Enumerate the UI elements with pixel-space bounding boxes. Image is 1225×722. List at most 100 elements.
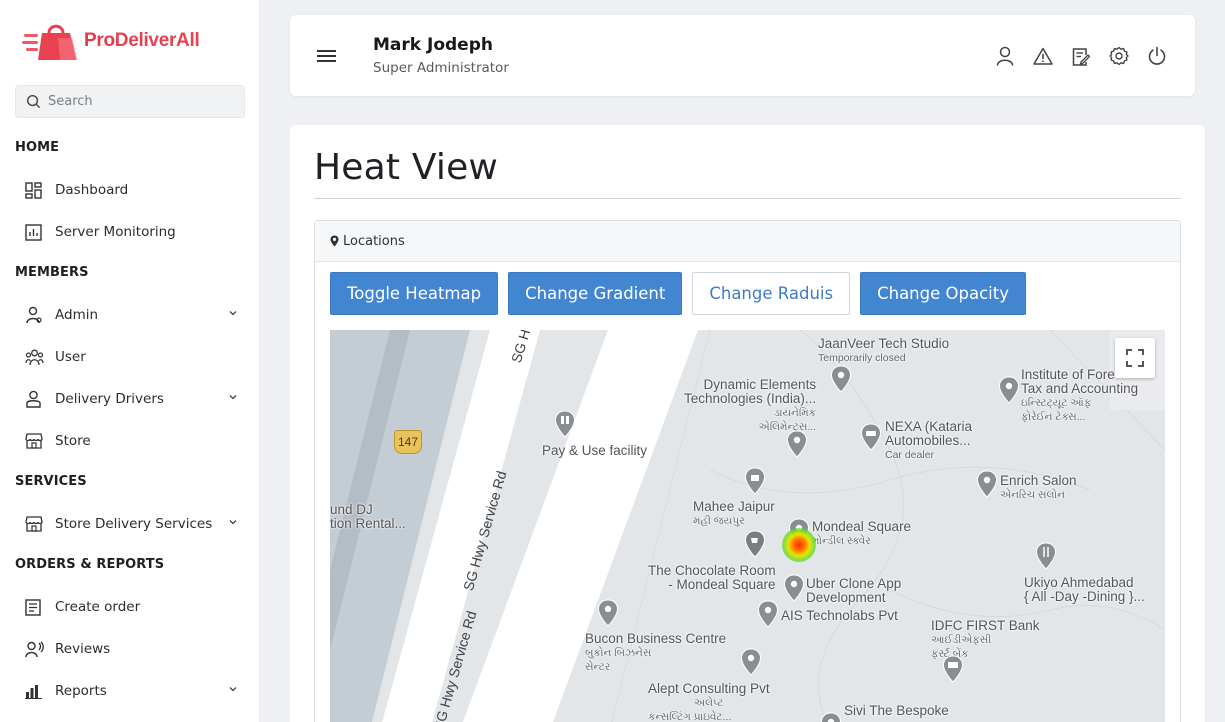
map-place-label[interactable]: NEXA (Kataria Automobiles... Car dealer	[885, 420, 972, 462]
place-subtitle: Car dealer	[885, 449, 935, 461]
sidebar: ProDeliverAll HOME Dashboard Server Moni…	[0, 0, 260, 722]
shopping-pin-icon[interactable]	[744, 467, 766, 495]
sidebar-item-label: Delivery Drivers	[55, 391, 164, 407]
map-place-label[interactable]: Ukiyo Ahmedabad{ All -Day -Dining }...	[1024, 576, 1145, 604]
sidebar-item-label: User	[55, 349, 86, 365]
map-place-label[interactable]: Bucon Business Centre બુકોન બિઝનેસ સેન્ટર	[585, 632, 726, 674]
place-name: NEXA (Kataria	[885, 419, 973, 434]
change-radius-button[interactable]: Change Raduis	[692, 272, 851, 315]
sidebar-item-admin[interactable]: Admin	[15, 300, 245, 330]
map-place-label[interactable]: Dynamic Elements Technologies (India)... ડ…	[684, 378, 816, 434]
admin-user-icon	[15, 300, 55, 330]
shopping-bag-logo-icon	[22, 24, 77, 60]
header-actions	[995, 45, 1167, 67]
map-pin-icon[interactable]	[597, 599, 619, 627]
map-place-label[interactable]: und DJ tion Rental...	[330, 503, 406, 531]
driver-icon	[15, 384, 55, 414]
place-name: Mondeal Square	[812, 519, 912, 534]
user-name: Mark Jodeph	[373, 35, 493, 55]
nav-section-orders-reports: ORDERS & REPORTS	[15, 557, 165, 572]
brand-name-suffix: DeliverAll	[114, 30, 200, 51]
heatmap-hotspot	[782, 528, 816, 562]
sidebar-item-delivery-drivers[interactable]: Delivery Drivers	[15, 384, 245, 414]
brand-logo[interactable]: ProDeliverAll	[22, 20, 200, 62]
heat-map[interactable]: 147 SG Hwy Servi SG Hwy Service Rd SG Hw…	[330, 330, 1165, 722]
map-place-label[interactable]: Alept Consulting Pvt અલેપ્ટ કન્સલ્ટિંગ પ્ર…	[648, 682, 770, 722]
sidebar-item-label: Server Monitoring	[55, 224, 176, 240]
place-name-line2: Automobiles...	[885, 433, 971, 448]
fullscreen-icon	[1126, 349, 1144, 367]
place-subtitle: અલેપ્ટ	[694, 697, 724, 709]
sidebar-item-label: Admin	[55, 307, 99, 323]
map-place-label[interactable]: Sivi The Bespoke	[844, 704, 949, 718]
place-name: Pay & Use facility	[542, 443, 648, 458]
bar-chart-icon	[15, 676, 55, 706]
map-pin-icon[interactable]	[976, 470, 998, 498]
restaurant-pin-icon[interactable]	[1035, 542, 1057, 570]
map-pin-icon[interactable]	[783, 574, 805, 602]
place-subtitle: એનરિચ સલોન	[1000, 489, 1065, 501]
main-content: Heat View Locations Toggle Heatmap Chang…	[290, 125, 1205, 722]
sidebar-item-user[interactable]: User	[15, 342, 245, 372]
map-place-label[interactable]: JaanVeer Tech Studio Temporarily closed	[818, 337, 949, 365]
place-subtitle-line2: સેન્ટર	[585, 661, 611, 673]
sidebar-item-label: Reports	[55, 683, 107, 699]
map-place-label[interactable]: Enrich Salon એનરિચ સલોન	[1000, 474, 1077, 502]
settings-icon[interactable]	[1109, 45, 1129, 67]
chevron-down-icon	[229, 395, 237, 400]
map-pin-icon[interactable]	[830, 365, 852, 393]
sidebar-item-reports[interactable]: Reports	[15, 676, 245, 706]
restroom-pin-icon[interactable]	[554, 410, 576, 438]
locations-panel: Locations Toggle Heatmap Change Gradient…	[314, 220, 1181, 722]
sidebar-item-dashboard[interactable]: Dashboard	[15, 175, 245, 205]
search-input[interactable]	[48, 94, 228, 109]
hamburger-menu-icon[interactable]	[317, 48, 337, 67]
map-pin-icon[interactable]	[998, 376, 1020, 404]
sidebar-item-store[interactable]: Store	[15, 426, 245, 456]
power-icon[interactable]	[1147, 45, 1167, 67]
map-place-label[interactable]: Mahee Jaipur મહી જયપુર	[693, 500, 775, 528]
toggle-heatmap-button[interactable]: Toggle Heatmap	[330, 272, 499, 315]
place-name: Bucon Business Centre	[585, 631, 727, 646]
map-place-label[interactable]: Pay & Use facility	[542, 444, 647, 458]
map-place-label[interactable]: Mondeal Square મોન્ડીલ સ્ક્વેર	[812, 520, 911, 548]
user-role: Super Administrator	[373, 60, 509, 76]
change-gradient-button[interactable]: Change Gradient	[508, 272, 683, 315]
brand-name: ProDeliverAll	[84, 30, 200, 52]
heatmap-controls: Toggle Heatmap Change Gradient Change Ra…	[330, 272, 1026, 315]
change-opacity-button[interactable]: Change Opacity	[860, 272, 1026, 315]
map-place-label[interactable]: The Chocolate Room - Mondeal Square	[648, 564, 776, 592]
panel-title: Locations	[343, 233, 405, 249]
cafe-pin-icon[interactable]	[744, 530, 766, 558]
sidebar-item-reviews[interactable]: Reviews	[15, 634, 245, 664]
map-place-label[interactable]: AIS Technolabs Pvt	[781, 609, 898, 623]
place-name: The Chocolate Room	[648, 563, 776, 578]
place-name-line2: tion Rental...	[330, 516, 406, 531]
sidebar-item-create-order[interactable]: Create order	[15, 592, 245, 622]
map-marker-icon	[330, 235, 339, 247]
profile-icon[interactable]	[995, 45, 1015, 67]
sidebar-item-label: Store Delivery Services	[55, 516, 213, 532]
panel-header: Locations	[315, 221, 1180, 262]
sidebar-item-label: Reviews	[55, 641, 111, 657]
sidebar-item-store-delivery-services[interactable]: Store Delivery Services	[15, 509, 245, 539]
map-pin-icon[interactable]	[820, 712, 842, 722]
place-subtitle-line2: ફોરેઈન ટૅક્સ...	[1021, 411, 1086, 423]
car-dealer-pin-icon[interactable]	[860, 423, 882, 451]
map-pin-icon[interactable]	[757, 600, 779, 628]
users-group-icon	[15, 342, 55, 372]
place-name: und DJ	[330, 502, 373, 517]
place-subtitle: ઇન્સ્ટિટ્યૂટ ઑફ	[1021, 397, 1092, 409]
sidebar-search[interactable]	[15, 85, 245, 118]
store-icon	[15, 509, 55, 539]
map-pin-icon[interactable]	[740, 648, 762, 676]
fullscreen-button[interactable]	[1115, 338, 1155, 378]
map-place-label[interactable]: Uber Clone App Development	[806, 577, 901, 605]
sidebar-item-label: Store	[55, 433, 91, 449]
bank-pin-icon[interactable]	[942, 655, 964, 683]
alert-icon[interactable]	[1033, 45, 1053, 67]
sidebar-item-server-monitoring[interactable]: Server Monitoring	[15, 217, 245, 247]
map-pin-icon[interactable]	[786, 430, 808, 458]
edit-note-icon[interactable]	[1071, 45, 1091, 67]
title-divider	[314, 198, 1181, 199]
